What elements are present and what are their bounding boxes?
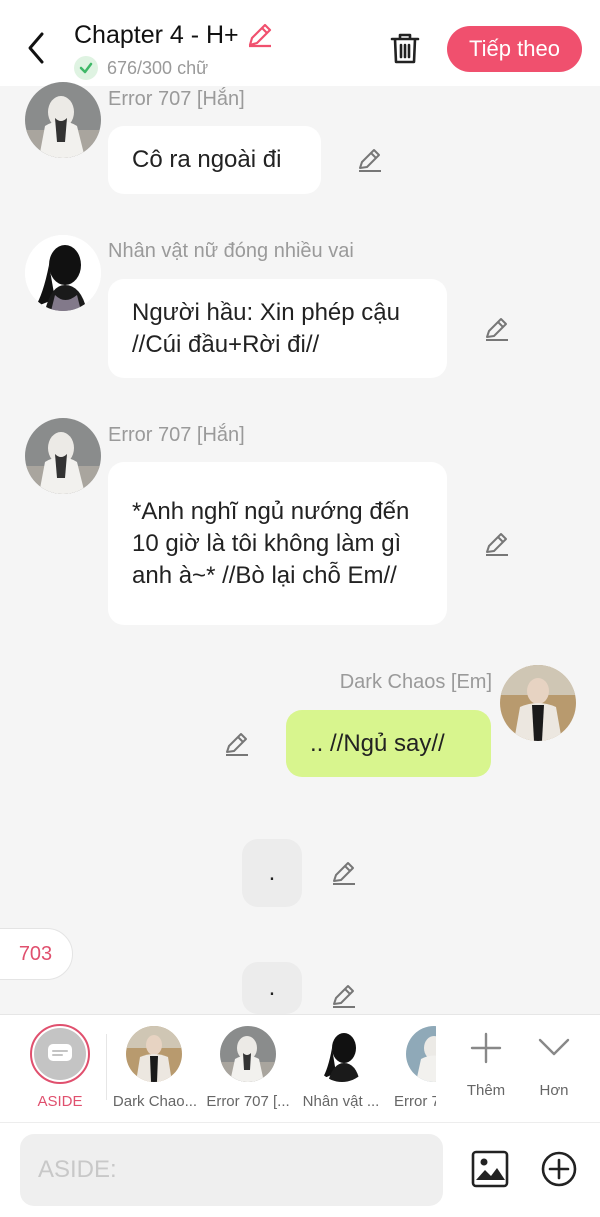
- top-bar: Chapter 4 - H+ 676/300 chữ Tiếp theo: [0, 0, 600, 86]
- plus-icon[interactable]: [466, 1028, 506, 1068]
- message-input[interactable]: [20, 1134, 443, 1206]
- sender-name: Error 707 [Hắn]: [108, 424, 245, 446]
- back-icon[interactable]: [22, 28, 52, 68]
- avatar-dark-chaos[interactable]: [500, 665, 576, 741]
- message-bubble[interactable]: *Anh nghĩ ngủ nướng đến 10 giờ là tôi kh…: [108, 462, 447, 625]
- trash-icon[interactable]: [388, 30, 422, 66]
- toolbar-label-aside: ASIDE: [37, 1093, 83, 1110]
- toolbar-avatar-dark-chaos[interactable]: [126, 1026, 182, 1082]
- check-icon: [74, 56, 98, 80]
- message-count-badge[interactable]: 703: [0, 928, 73, 980]
- sender-name: Dark Chaos [Em]: [339, 671, 492, 693]
- toolbar-avatar-female-character[interactable]: [314, 1026, 370, 1082]
- message-bubble[interactable]: Cô ra ngoài đi: [108, 126, 321, 194]
- add-circle-icon[interactable]: [540, 1150, 578, 1188]
- word-count: 676/300 chữ: [107, 57, 209, 78]
- edit-message-icon[interactable]: [483, 315, 511, 343]
- word-count-row: 676/300 chữ: [74, 56, 208, 80]
- message-bubble[interactable]: .. //Ngủ say//: [286, 710, 491, 777]
- avatar-error-707[interactable]: [25, 418, 101, 494]
- avatar-female-character[interactable]: [25, 235, 101, 311]
- avatar-error-707[interactable]: [25, 82, 101, 158]
- chapter-title-row: Chapter 4 - H+: [74, 20, 275, 50]
- edit-message-icon[interactable]: [356, 146, 384, 174]
- toolbar-divider: [106, 1034, 107, 1100]
- edit-message-icon[interactable]: [330, 859, 358, 887]
- sender-name: Nhân vật nữ đóng nhiều vai: [108, 240, 354, 262]
- message-bubble[interactable]: .: [242, 962, 302, 1014]
- toolbar-label: Error 707 [...: [206, 1093, 290, 1110]
- toolbar-label-expand[interactable]: Hơn: [524, 1082, 584, 1099]
- chapter-title[interactable]: Chapter 4 - H+: [74, 21, 239, 50]
- aside-button[interactable]: [30, 1024, 90, 1084]
- chat-bubble-icon: [34, 1028, 86, 1080]
- toolbar-label: Error 7: [394, 1093, 436, 1110]
- toolbar-label: Dark Chao...: [112, 1093, 198, 1110]
- message-bubble[interactable]: .: [242, 839, 302, 907]
- message-bubble[interactable]: Người hầu: Xin phép cậu //Cúi đầu+Rời đi…: [108, 279, 447, 378]
- edit-message-icon[interactable]: [483, 530, 511, 558]
- edit-message-icon[interactable]: [330, 982, 358, 1010]
- sender-name: Error 707 [Hắn]: [108, 88, 245, 110]
- toolbar-label: Nhân vật ...: [302, 1093, 380, 1110]
- image-icon[interactable]: [470, 1149, 510, 1189]
- edit-title-icon[interactable]: [245, 20, 275, 50]
- next-button[interactable]: Tiếp theo: [447, 26, 582, 72]
- toolbar-avatar-error-7-partial[interactable]: [406, 1026, 436, 1082]
- chevron-down-icon[interactable]: [534, 1030, 574, 1064]
- toolbar-avatar-error-707[interactable]: [220, 1026, 276, 1082]
- edit-message-icon[interactable]: [223, 730, 251, 758]
- toolbar-label-more[interactable]: Thêm: [456, 1082, 516, 1099]
